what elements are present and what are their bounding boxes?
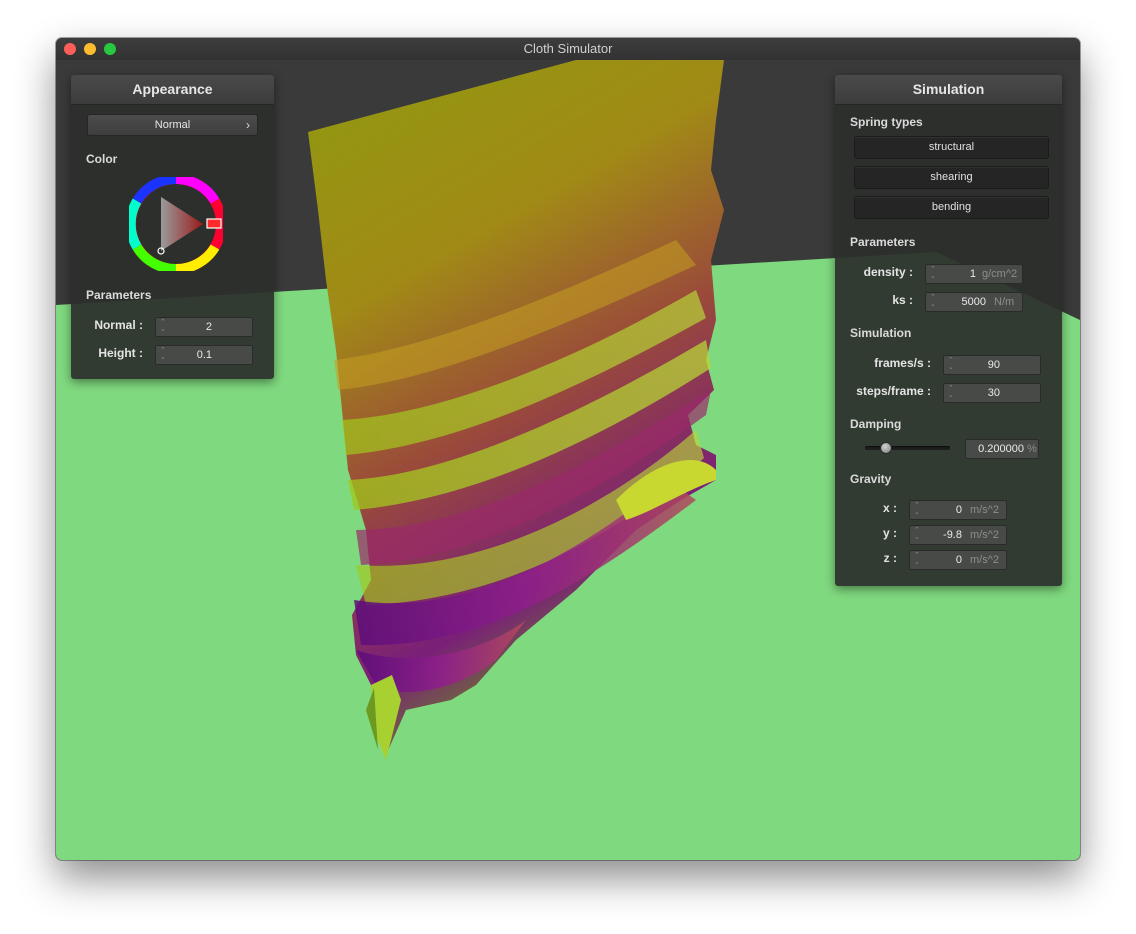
color-section-label: Color	[86, 152, 118, 166]
density-label: density :	[863, 265, 913, 279]
gravity-y-label: y :	[882, 526, 897, 540]
gravity-x-label: x :	[882, 501, 897, 515]
fps-label: frames/s :	[874, 356, 931, 370]
stepper-icon[interactable]: ⌃ ⌄	[914, 552, 920, 566]
gravity-section-label: Gravity	[850, 472, 892, 486]
density-input[interactable]: ⌃ ⌄ 1 g/cm^2	[925, 264, 1023, 284]
stepper-icon[interactable]: ⌃ ⌄	[160, 319, 166, 333]
appearance-panel: Appearance Normal › Color Parameters Nor…	[71, 75, 274, 379]
gravity-y-input[interactable]: ⌃ ⌄ -9.8 m/s^2	[909, 525, 1007, 545]
stepper-icon[interactable]: ⌃ ⌄	[948, 357, 954, 371]
stepper-icon[interactable]: ⌃ ⌄	[160, 347, 166, 361]
stepper-icon[interactable]: ⌃ ⌄	[930, 266, 936, 280]
close-window-button[interactable]	[64, 43, 76, 55]
damping-slider-track[interactable]	[865, 446, 950, 450]
gravity-z-label: z :	[883, 551, 897, 565]
damping-input[interactable]: 0.200000 %	[965, 439, 1039, 459]
structural-toggle[interactable]: structural	[854, 136, 1049, 159]
normal-label: Normal :	[94, 318, 143, 332]
gravity-z-input[interactable]: ⌃ ⌄ 0 m/s^2	[909, 550, 1007, 570]
gravity-x-input[interactable]: ⌃ ⌄ 0 m/s^2	[909, 500, 1007, 520]
bending-toggle[interactable]: bending	[854, 196, 1049, 219]
zoom-window-button[interactable]	[104, 43, 116, 55]
title-bar: Cloth Simulator	[56, 38, 1080, 61]
stepper-icon[interactable]: ⌃ ⌄	[914, 502, 920, 516]
simulation-panel: Simulation Spring types structural shear…	[835, 75, 1062, 586]
steps-label: steps/frame :	[856, 384, 931, 398]
ks-input[interactable]: ⌃ ⌄ 5000 N/m	[925, 292, 1023, 312]
app-window: Cloth Simulator Appearance Normal › Colo…	[56, 38, 1080, 860]
ks-label: ks :	[892, 293, 913, 307]
steps-input[interactable]: ⌃ ⌄ 30	[943, 383, 1041, 403]
hue-marker[interactable]	[206, 218, 222, 229]
simulation-section-label: Simulation	[850, 326, 912, 340]
appearance-title: Appearance	[71, 75, 274, 105]
shearing-toggle[interactable]: shearing	[854, 166, 1049, 189]
damping-slider-knob[interactable]	[880, 442, 892, 454]
fps-input[interactable]: ⌃ ⌄ 90	[943, 355, 1041, 375]
shader-selected-label: Normal	[154, 119, 191, 131]
minimize-window-button[interactable]	[84, 43, 96, 55]
height-input[interactable]: ⌃ ⌄ 0.1	[155, 345, 253, 365]
sim-params-label: Parameters	[850, 235, 916, 249]
normal-input[interactable]: ⌃ ⌄ 2	[155, 317, 253, 337]
spring-types-label: Spring types	[850, 115, 923, 129]
simulation-title: Simulation	[835, 75, 1062, 105]
stepper-icon[interactable]: ⌃ ⌄	[914, 527, 920, 541]
shader-select[interactable]: Normal ›	[87, 114, 258, 136]
color-wheel[interactable]	[129, 177, 223, 271]
height-label: Height :	[98, 346, 143, 360]
stepper-icon[interactable]: ⌃ ⌄	[948, 385, 954, 399]
appearance-params-label: Parameters	[86, 288, 152, 302]
window-title: Cloth Simulator	[523, 41, 613, 56]
stepper-icon[interactable]: ⌃ ⌄	[930, 294, 936, 308]
chevron-right-icon: ›	[246, 118, 250, 132]
damping-section-label: Damping	[850, 417, 902, 431]
